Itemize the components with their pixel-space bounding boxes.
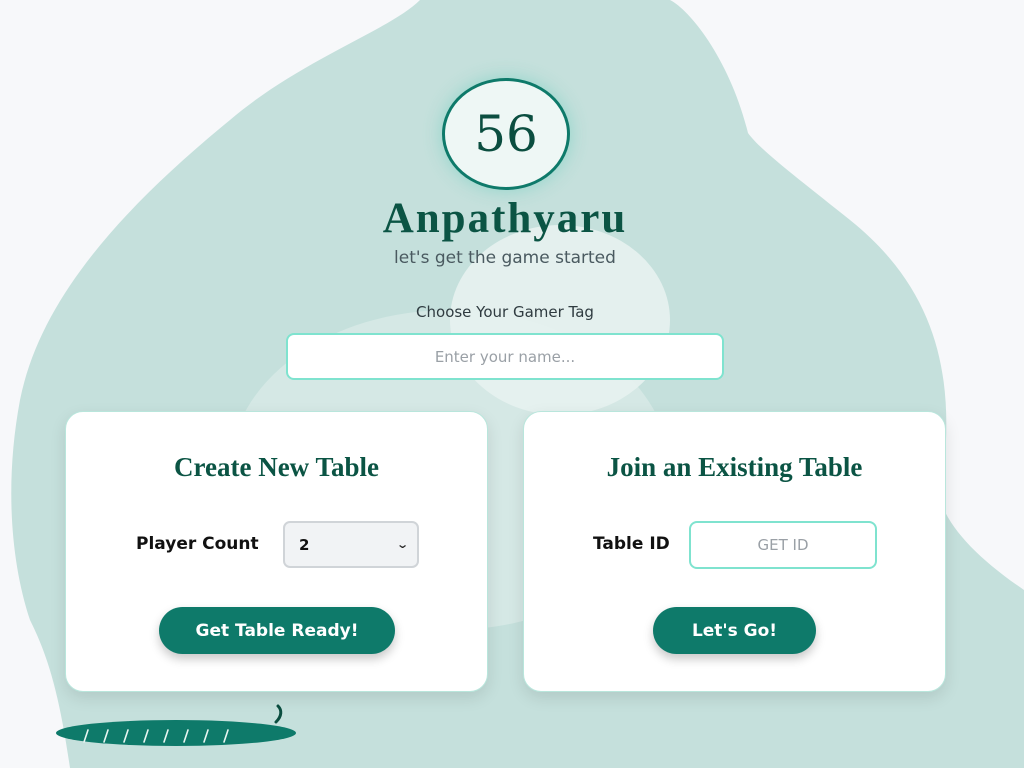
create-table-card: Create New Table Player Count 2 ⌄ Get Ta… xyxy=(65,411,488,692)
join-table-card: Join an Existing Table Table ID Let's Go… xyxy=(523,411,946,692)
player-count-label: Player Count xyxy=(136,534,259,554)
table-id-input[interactable] xyxy=(689,521,877,569)
gamer-tag-input[interactable] xyxy=(286,333,724,380)
player-count-select[interactable]: 2 ⌄ xyxy=(283,521,419,568)
leaf-icon xyxy=(56,704,296,746)
get-table-ready-button[interactable]: Get Table Ready! xyxy=(159,607,395,654)
chevron-down-icon: ⌄ xyxy=(395,538,409,551)
lets-go-button[interactable]: Let's Go! xyxy=(653,607,816,654)
create-table-title: Create New Table xyxy=(174,452,379,482)
page: 56 Anpathyaru let's get the game started… xyxy=(0,0,1024,768)
join-table-title: Join an Existing Table xyxy=(606,452,863,482)
app-title: Anpathyaru xyxy=(382,195,628,242)
player-count-value: 2 xyxy=(299,535,310,554)
table-id-label: Table ID xyxy=(593,534,670,554)
app-subtitle: let's get the game started xyxy=(394,248,616,268)
logo-text: 56 xyxy=(474,105,538,163)
logo-badge: 56 xyxy=(442,78,570,190)
gamer-tag-label: Choose Your Gamer Tag xyxy=(416,303,594,321)
